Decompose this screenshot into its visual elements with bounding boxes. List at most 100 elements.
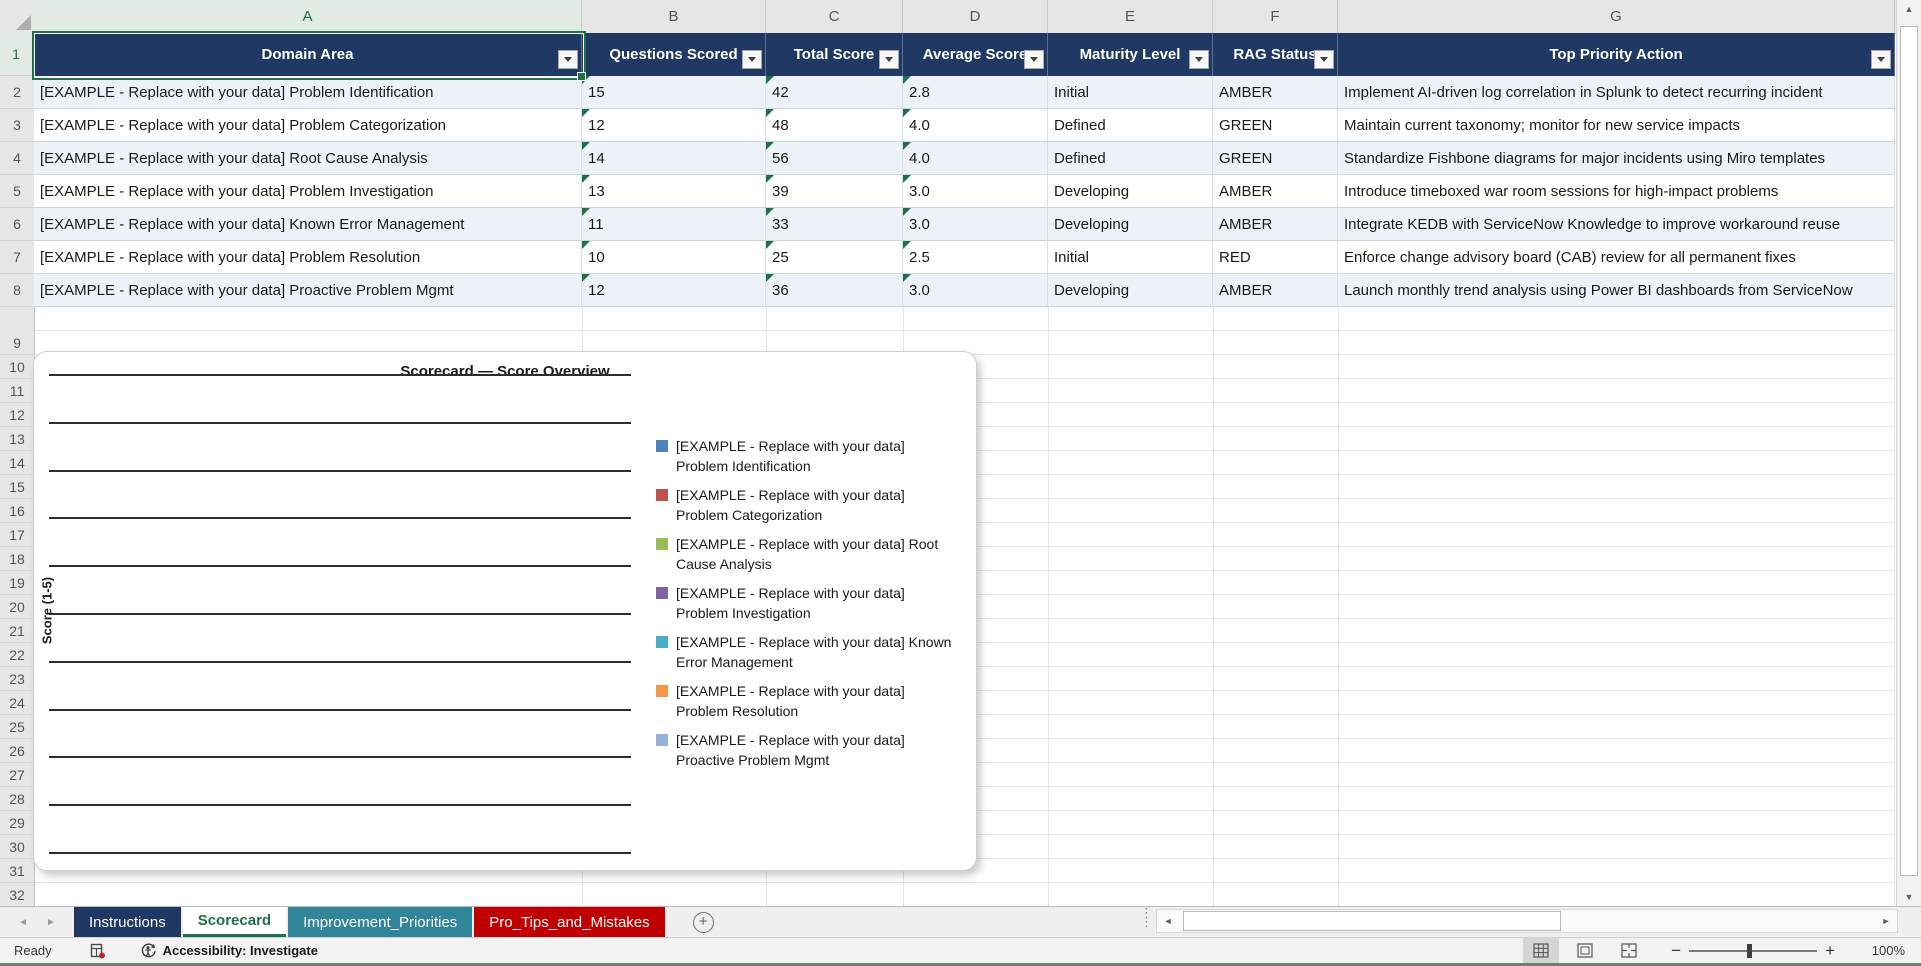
column-header-F[interactable]: F: [1213, 0, 1338, 33]
table-cell[interactable]: 15: [582, 76, 766, 109]
table-cell[interactable]: [EXAMPLE - Replace with your data] Probl…: [34, 109, 582, 142]
table-cell[interactable]: 13: [582, 175, 766, 208]
table-cell[interactable]: Developing: [1048, 175, 1213, 208]
sheet-tab-scorecard[interactable]: Scorecard: [182, 907, 287, 937]
table-cell[interactable]: [EXAMPLE - Replace with your data] Probl…: [34, 175, 582, 208]
row-header-9[interactable]: 9: [0, 331, 34, 355]
row-header-16[interactable]: 16: [0, 499, 34, 523]
row-header-25[interactable]: 25: [0, 715, 34, 739]
horizontal-scrollbar[interactable]: ◄ ►: [1156, 909, 1898, 933]
sheet-tab-instructions[interactable]: Instructions: [74, 907, 181, 937]
select-all-button[interactable]: [0, 0, 35, 33]
row-header-12[interactable]: 12: [0, 403, 34, 427]
page-break-view-button[interactable]: [1611, 938, 1647, 963]
table-cell[interactable]: Developing: [1048, 208, 1213, 241]
table-header-cell[interactable]: Domain Area: [34, 33, 582, 76]
row-header-23[interactable]: 23: [0, 667, 34, 691]
row-header-20[interactable]: 20: [0, 595, 34, 619]
table-cell[interactable]: 3.0: [903, 274, 1048, 307]
legend-item[interactable]: [EXAMPLE - Replace with your data] Known…: [656, 632, 978, 672]
table-cell[interactable]: [EXAMPLE - Replace with your data] Probl…: [34, 241, 582, 274]
row-header-13[interactable]: 13: [0, 427, 34, 451]
legend-item[interactable]: [EXAMPLE - Replace with your data] Root C…: [656, 534, 978, 574]
table-cell[interactable]: Maintain current taxonomy; monitor for n…: [1338, 109, 1895, 142]
filter-dropdown-button[interactable]: [1024, 50, 1044, 69]
table-cell[interactable]: Implement AI-driven log correlation in S…: [1338, 76, 1895, 109]
column-header-C[interactable]: C: [766, 0, 903, 33]
row-header-30[interactable]: 30: [0, 835, 34, 859]
table-cell[interactable]: [EXAMPLE - Replace with your data] Root …: [34, 142, 582, 175]
row-header-31[interactable]: 31: [0, 859, 34, 883]
filter-dropdown-button[interactable]: [1871, 50, 1891, 69]
filter-dropdown-button[interactable]: [558, 50, 578, 69]
new-sheet-button[interactable]: +: [692, 911, 714, 933]
column-header-A[interactable]: A: [34, 0, 582, 33]
table-cell[interactable]: 14: [582, 142, 766, 175]
table-cell[interactable]: RED: [1213, 241, 1338, 274]
table-cell[interactable]: AMBER: [1213, 274, 1338, 307]
row-header-10[interactable]: 10: [0, 355, 34, 379]
filter-dropdown-button[interactable]: [1189, 50, 1209, 69]
zoom-out-button[interactable]: −: [1663, 941, 1689, 961]
table-cell[interactable]: 3.0: [903, 175, 1048, 208]
row-header-19[interactable]: 19: [0, 571, 34, 595]
zoom-slider[interactable]: [1689, 943, 1818, 958]
normal-view-button[interactable]: [1523, 938, 1560, 963]
row-header-2[interactable]: 2: [0, 76, 34, 109]
zoom-slider-thumb[interactable]: [1747, 943, 1753, 958]
page-layout-view-button[interactable]: [1567, 938, 1603, 963]
row-header-28[interactable]: 28: [0, 787, 34, 811]
row-header-1[interactable]: 1: [0, 33, 34, 76]
table-cell[interactable]: Standardize Fishbone diagrams for major …: [1338, 142, 1895, 175]
table-cell[interactable]: 4.0: [903, 142, 1048, 175]
table-cell[interactable]: 48: [766, 109, 903, 142]
legend-item[interactable]: [EXAMPLE - Replace with your data] Proble…: [656, 583, 978, 623]
row-header-18[interactable]: 18: [0, 547, 34, 571]
scroll-down-arrow-icon[interactable]: ▼: [1897, 892, 1921, 902]
zoom-in-button[interactable]: +: [1817, 941, 1843, 961]
table-cell[interactable]: AMBER: [1213, 208, 1338, 241]
vertical-scrollbar-thumb[interactable]: [1900, 26, 1918, 876]
table-cell[interactable]: Introduce timeboxed war room sessions fo…: [1338, 175, 1895, 208]
sheet-nav-left-icon[interactable]: ◄: [18, 917, 28, 928]
table-cell[interactable]: 11: [582, 208, 766, 241]
row-header-5[interactable]: 5: [0, 175, 34, 208]
vertical-scrollbar[interactable]: ▲ ▼: [1896, 0, 1921, 906]
table-cell[interactable]: Initial: [1048, 76, 1213, 109]
filter-dropdown-button[interactable]: [1314, 50, 1334, 69]
row-header-8[interactable]: 8: [0, 274, 34, 307]
sheet-nav-right-icon[interactable]: ►: [46, 917, 56, 928]
column-header-B[interactable]: B: [582, 0, 766, 33]
table-cell[interactable]: 2.8: [903, 76, 1048, 109]
column-header-G[interactable]: G: [1338, 0, 1895, 33]
horizontal-scrollbar-thumb[interactable]: [1183, 911, 1561, 931]
table-cell[interactable]: Enforce change advisory board (CAB) revi…: [1338, 241, 1895, 274]
table-cell[interactable]: 4.0: [903, 109, 1048, 142]
column-header-D[interactable]: D: [903, 0, 1048, 33]
legend-item[interactable]: [EXAMPLE - Replace with your data] Proble…: [656, 436, 978, 476]
table-header-cell[interactable]: Maturity Level: [1048, 33, 1213, 76]
table-cell[interactable]: 33: [766, 208, 903, 241]
sheet-tab-pro_tips_and_mistakes[interactable]: Pro_Tips_and_Mistakes: [474, 907, 665, 937]
table-cell[interactable]: Developing: [1048, 274, 1213, 307]
row-header-21[interactable]: 21: [0, 619, 34, 643]
sheet-tab-improvement_priorities[interactable]: Improvement_Priorities: [288, 907, 473, 937]
scroll-right-arrow-icon[interactable]: ►: [1875, 910, 1897, 932]
legend-item[interactable]: [EXAMPLE - Replace with your data] Proble…: [656, 681, 978, 721]
table-header-cell[interactable]: Questions Scored: [582, 33, 766, 76]
table-cell[interactable]: 12: [582, 109, 766, 142]
row-header-26[interactable]: 26: [0, 739, 34, 763]
table-header-cell[interactable]: Top Priority Action: [1338, 33, 1895, 76]
table-cell[interactable]: AMBER: [1213, 175, 1338, 208]
table-cell[interactable]: Defined: [1048, 109, 1213, 142]
row-header-27[interactable]: 27: [0, 763, 34, 787]
table-cell[interactable]: 2.5: [903, 241, 1048, 274]
row-header-29[interactable]: 29: [0, 811, 34, 835]
scroll-left-arrow-icon[interactable]: ◄: [1157, 910, 1179, 932]
table-header-cell[interactable]: RAG Status: [1213, 33, 1338, 76]
column-header-E[interactable]: E: [1048, 0, 1213, 33]
table-cell[interactable]: 39: [766, 175, 903, 208]
table-cell[interactable]: Integrate KEDB with ServiceNow Knowledge…: [1338, 208, 1895, 241]
row-header-11[interactable]: 11: [0, 379, 34, 403]
legend-item[interactable]: [EXAMPLE - Replace with your data] Proble…: [656, 485, 978, 525]
